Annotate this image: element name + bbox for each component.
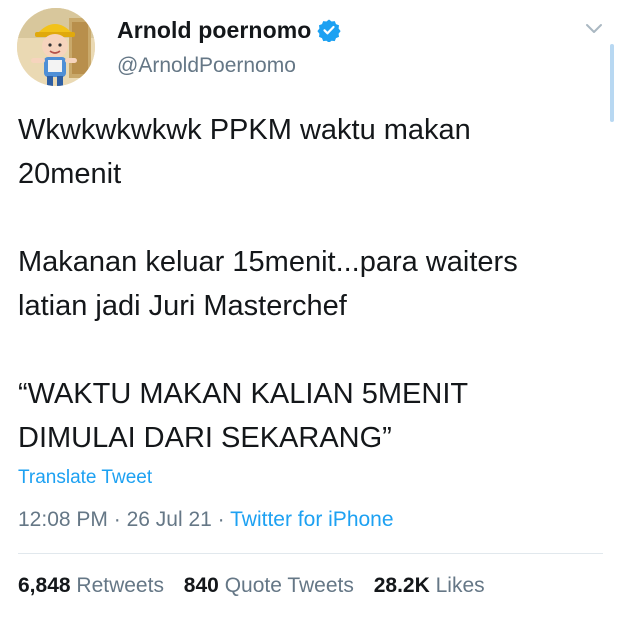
avatar[interactable] [17, 8, 95, 86]
tweet-source-link[interactable]: Twitter for iPhone [230, 508, 393, 531]
likes-stat[interactable]: 28.2K Likes [374, 574, 485, 598]
tweet-stats: 6,848 Retweets 840 Quote Tweets 28.2K Li… [18, 574, 499, 598]
quote-tweets-count: 840 [183, 574, 219, 597]
scrollbar[interactable] [610, 44, 614, 122]
likes-count: 28.2K [373, 574, 430, 597]
tweet-text: Wkwkwkwkwk PPKM waktu makan 20menit Maka… [18, 108, 608, 460]
quote-tweets-stat[interactable]: 840 Quote Tweets [184, 574, 354, 598]
chevron-down-icon[interactable] [584, 22, 604, 36]
translate-tweet-link[interactable]: Translate Tweet [18, 467, 152, 489]
tweet-paragraph-3: “WAKTU MAKAN KALIAN 5MENIT DIMULAI DARI … [18, 378, 469, 454]
author-display-name[interactable]: Arnold poernomo [117, 17, 311, 44]
meta-separator: · [217, 508, 225, 531]
divider [18, 553, 603, 554]
tweet-paragraph-1: Wkwkwkwkwk PPKM waktu makan 20menit [18, 114, 471, 190]
tweet-time: 12:08 PM [18, 508, 108, 531]
cartoon-boy-avatar-icon [17, 8, 95, 86]
verified-badge-icon [317, 18, 342, 43]
tweet-date[interactable]: 26 Jul 21 [127, 508, 212, 531]
quote-tweets-label: Quote Tweets [224, 574, 354, 597]
author-handle[interactable]: @ArnoldPoernomo [117, 54, 296, 78]
tweet-meta: 12:08 PM · 26 Jul 21 · Twitter for iPhon… [18, 508, 394, 532]
meta-separator: · [113, 508, 121, 531]
retweets-count: 6,848 [18, 574, 71, 597]
tweet-paragraph-2: Makanan keluar 15menit...para waiters la… [18, 246, 518, 322]
author-name-row[interactable]: Arnold poernomo [117, 14, 342, 46]
retweets-label: Retweets [76, 574, 164, 597]
likes-label: Likes [435, 574, 485, 597]
retweets-stat[interactable]: 6,848 Retweets [18, 574, 164, 598]
